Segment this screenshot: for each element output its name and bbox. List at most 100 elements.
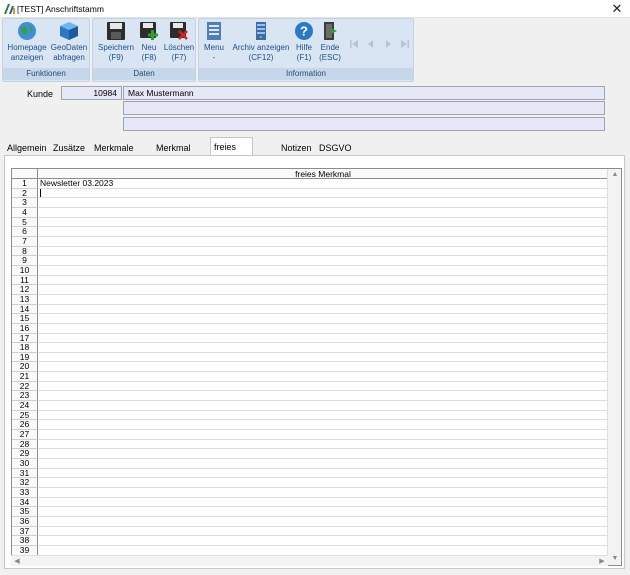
- grid-cell[interactable]: [38, 411, 608, 421]
- customer-name-field[interactable]: Max Mustermann: [123, 86, 605, 100]
- scroll-left-icon[interactable]: ◀: [11, 556, 23, 567]
- grid-cell[interactable]: [38, 295, 608, 305]
- grid-cell[interactable]: [38, 459, 608, 469]
- hilfe-label-1: Hilfe: [295, 43, 312, 52]
- text-cursor: [40, 189, 41, 198]
- grid-cell[interactable]: [38, 362, 608, 373]
- grid-cell[interactable]: [38, 227, 608, 237]
- cell-column: Newsletter 03.2023: [38, 179, 608, 556]
- hilfe-button[interactable]: ? Hilfe (F1): [293, 21, 315, 63]
- grid-cell[interactable]: [38, 237, 608, 247]
- horizontal-scrollbar[interactable]: ◀ ▶: [11, 555, 608, 566]
- ribbon-group-label: Daten: [93, 68, 195, 80]
- tab-merkmale-1-2[interactable]: Merkmale 1/2: [91, 140, 137, 169]
- archiv-label-2: (CF12): [248, 53, 274, 62]
- grid-cell[interactable]: [38, 372, 608, 382]
- grid-cell[interactable]: [38, 391, 608, 402]
- grid-cell[interactable]: [38, 382, 608, 392]
- homepage-button[interactable]: Homepage anzeigen: [6, 21, 48, 63]
- next-record-icon[interactable]: [383, 39, 393, 49]
- tab-merkmal-3-4[interactable]: Merkmal 3/4: [153, 140, 194, 169]
- grid-cell[interactable]: [38, 488, 608, 498]
- svg-text:?: ?: [300, 24, 308, 39]
- ende-button[interactable]: Ende (ESC): [317, 21, 343, 63]
- loeschen-label-1: Löschen: [163, 43, 195, 52]
- grid-cell[interactable]: [38, 276, 608, 286]
- help-icon: ?: [295, 22, 313, 40]
- last-record-icon[interactable]: [400, 39, 410, 49]
- speichern-label-2: (F9): [108, 53, 124, 62]
- grid-cell[interactable]: [38, 420, 608, 431]
- loeschen-label-2: (F7): [171, 53, 187, 62]
- grid-cell[interactable]: [38, 353, 608, 363]
- scroll-up-icon[interactable]: ▲: [608, 169, 621, 181]
- grid-cell[interactable]: [38, 507, 608, 517]
- ende-label-2: (ESC): [319, 53, 341, 62]
- hilfe-label-2: (F1): [296, 53, 312, 62]
- customer-number-field[interactable]: 10984: [61, 86, 122, 100]
- server-icon: [256, 22, 266, 40]
- speichern-label-1: Speichern: [97, 43, 135, 52]
- grid-cell[interactable]: [38, 189, 608, 199]
- neu-label-1: Neu: [141, 43, 157, 52]
- tab-allgemein[interactable]: Allgemein: [4, 140, 50, 156]
- grid-cell[interactable]: [38, 285, 608, 295]
- kunde-label: Kunde: [27, 89, 54, 99]
- menu-button[interactable]: Menu -: [202, 21, 226, 63]
- floppy-add-icon: [140, 22, 158, 40]
- geodaten-button[interactable]: GeoDaten abfragen: [49, 21, 89, 63]
- archiv-button[interactable]: Archiv anzeigen (CF12): [230, 21, 292, 63]
- neu-label-2: (F8): [141, 53, 157, 62]
- speichern-button[interactable]: Speichern (F9): [96, 21, 136, 63]
- grid-cell[interactable]: [38, 478, 608, 488]
- menu-icon: [207, 22, 221, 40]
- neu-button[interactable]: Neu (F8): [135, 21, 163, 63]
- grid-cell[interactable]: [38, 517, 608, 527]
- loeschen-button[interactable]: Löschen (F7): [162, 21, 196, 63]
- window-title: [TEST] Anschriftstamm: [17, 4, 104, 14]
- previous-record-icon[interactable]: [366, 39, 376, 49]
- grid-cell[interactable]: [38, 498, 608, 508]
- customer-address-line-3[interactable]: [123, 117, 605, 131]
- exit-icon: [324, 22, 337, 40]
- grid-cell[interactable]: Newsletter 03.2023: [38, 179, 608, 189]
- ribbon-group-daten: Speichern (F9) Neu (F8) Löschen (F7) Dat…: [92, 18, 196, 82]
- grid-cell[interactable]: [38, 527, 608, 537]
- geodaten-label-2: abfragen: [53, 53, 85, 62]
- archiv-label-1: Archiv anzeigen: [232, 43, 290, 52]
- grid-cell[interactable]: [38, 324, 608, 334]
- grid-cell[interactable]: [38, 218, 608, 228]
- globe-icon: [18, 22, 36, 40]
- grid-cell[interactable]: [38, 536, 608, 546]
- grid-cell[interactable]: [38, 247, 608, 257]
- tab-notizen[interactable]: Notizen: [278, 140, 315, 156]
- grid-cell[interactable]: [38, 198, 608, 208]
- scroll-right-icon[interactable]: ▶: [596, 556, 608, 567]
- grid-cell[interactable]: [38, 314, 608, 324]
- grid-cell[interactable]: [38, 208, 608, 218]
- column-header[interactable]: freies Merkmal: [38, 169, 608, 179]
- floppy-delete-icon: [170, 22, 188, 40]
- grid-cell[interactable]: [38, 440, 608, 450]
- grid-cell[interactable]: [38, 305, 608, 315]
- title-bar: [TEST] Anschriftstamm ✕: [0, 0, 630, 18]
- grid-cell[interactable]: [38, 343, 608, 353]
- scroll-down-icon[interactable]: ▼: [608, 553, 621, 565]
- customer-address-line-2[interactable]: [123, 101, 605, 115]
- vertical-scrollbar[interactable]: ▲ ▼: [607, 169, 621, 565]
- grid-cell[interactable]: [38, 266, 608, 276]
- ribbon-toolbar: Homepage anzeigen GeoDaten abfragen Funk…: [0, 18, 416, 82]
- close-button[interactable]: ✕: [610, 2, 624, 16]
- grid-cell[interactable]: [38, 256, 608, 266]
- grid-cell[interactable]: [38, 469, 608, 479]
- tab-zusaetze[interactable]: Zusätze: [50, 140, 88, 156]
- grid-cell[interactable]: [38, 449, 608, 460]
- first-record-icon[interactable]: [349, 39, 359, 49]
- ribbon-group-funktionen: Homepage anzeigen GeoDaten abfragen Funk…: [2, 18, 90, 82]
- grid-cell[interactable]: [38, 430, 608, 440]
- grid-cell[interactable]: [38, 401, 608, 411]
- tab-dsgvo[interactable]: DSGVO: [316, 140, 355, 156]
- tab-freies-merkmal[interactable]: freies Merkmal: [210, 137, 253, 171]
- grid-cell[interactable]: [38, 334, 608, 344]
- ribbon-group-label: Funktionen: [3, 68, 89, 80]
